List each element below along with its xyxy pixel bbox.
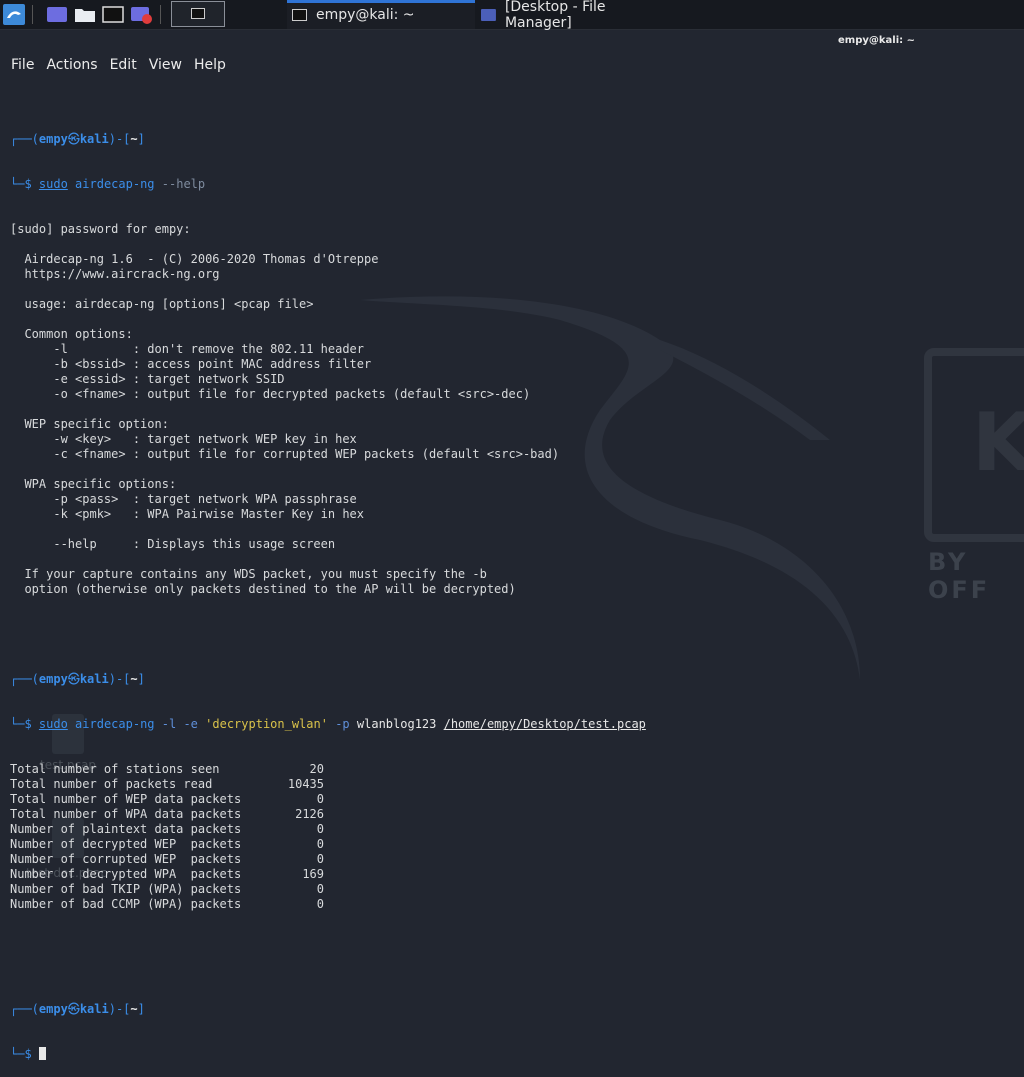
command-line[interactable]: └─$ [10,1047,646,1062]
stat-label: Number of decrypted WEP packets [10,837,242,851]
stat-row: Number of bad CCMP (WPA) packets 0 [10,897,646,912]
stat-value: 2126 [295,807,324,821]
output-line: --help : Displays this usage screen [10,537,336,551]
taskbar: empy@kali: ~ [Desktop - File Manager] [0,0,1024,31]
menu-help[interactable]: Help [188,57,232,79]
terminal-output[interactable]: ┌──(empy㉿kali)-[~] └─$ sudo airdecap-ng … [10,87,646,1077]
output-line: If your capture contains any WDS packet,… [10,567,487,581]
task-label: empy@kali: ~ [316,6,415,23]
terminal-icon[interactable] [102,4,124,25]
stat-value: 0 [316,837,324,851]
stat-row: Number of bad TKIP (WPA) packets 0 [10,882,646,897]
watermark-text: BY OFF [928,548,991,604]
prompt-line: ┌──(empy㉿kali)-[~] [10,1002,145,1016]
output-line: Airdecap-ng 1.6 - (C) 2006-2020 Thomas d… [10,252,379,266]
output-line: -c <fname> : output file for corrupted W… [10,447,560,461]
stat-row: Number of decrypted WEP packets 0 [10,837,646,852]
menu-file[interactable]: File [0,57,40,79]
stat-label: Total number of stations seen [10,762,220,776]
output-line: WEP specific option: [10,417,169,431]
stat-value: 20 [309,762,324,776]
svg-text:K: K [972,396,1024,489]
terminal-window-title: empy@kali: ~ [838,35,915,46]
command-line: └─$ sudo airdecap-ng -l -e 'decryption_w… [10,717,646,731]
output-line: -k <pmk> : WPA Pairwise Master Key in he… [10,507,365,521]
stat-label: Number of corrupted WEP packets [10,852,242,866]
output-line: -p <pass> : target network WPA passphras… [10,492,357,506]
stat-value: 169 [302,867,324,881]
stat-row: Total number of packets read 10435 [10,777,646,792]
stat-value: 0 [316,882,324,896]
active-window-thumbnail[interactable] [171,1,225,27]
stat-label: Number of decrypted WPA packets [10,867,242,881]
stat-label: Total number of WPA data packets [10,807,242,821]
output-line: -e <essid> : target network SSID [10,372,285,386]
terminal-menubar: File Actions Edit View Help [0,57,232,79]
stat-row: Number of plaintext data packets 0 [10,822,646,837]
stat-value: 0 [316,852,324,866]
stat-row: Number of corrupted WEP packets 0 [10,852,646,867]
workspace-icon [481,8,496,21]
output-line: Common options: [10,327,133,341]
stat-row: Total number of WEP data packets 0 [10,792,646,807]
browser-icon[interactable] [130,4,152,25]
prompt-line: ┌──(empy㉿kali)-[~] [10,672,145,686]
stat-label: Number of bad TKIP (WPA) packets [10,882,242,896]
workspace-icon[interactable] [46,4,68,25]
output-line: usage: airdecap-ng [options] <pcap file> [10,297,314,311]
stat-row: Number of decrypted WPA packets 169 [10,867,646,882]
stat-row: Total number of stations seen 20 [10,762,646,777]
output-line: -l : don't remove the 802.11 header [10,342,365,356]
stats-output: Total number of stations seen 20 Total num… [10,762,646,912]
output-line: [sudo] password for empy: [10,222,191,236]
task-label: [Desktop - File Manager] [504,0,606,31]
kali-menu-icon[interactable] [3,4,25,25]
stat-value: 10435 [287,777,324,791]
terminal-icon [191,8,205,19]
stat-label: Number of bad CCMP (WPA) packets [10,897,242,911]
menu-view[interactable]: View [143,57,188,79]
command-line: └─$ sudo airdecap-ng --help [10,177,206,191]
output-line: -w <key> : target network WEP key in hex [10,432,357,446]
output-line: https://www.aircrack-ng.org [10,267,220,281]
taskbar-task-terminal[interactable]: empy@kali: ~ [287,0,475,29]
stat-label: Total number of packets read [10,777,213,791]
output-line: -o <fname> : output file for decrypted p… [10,387,531,401]
prompt-line: ┌──(empy㉿kali)-[~] [10,132,145,146]
stat-label: Total number of WEP data packets [10,792,242,806]
stat-value: 0 [316,792,324,806]
output-line: WPA specific options: [10,477,177,491]
stat-label: Number of plaintext data packets [10,822,242,836]
output-line: option (otherwise only packets destined … [10,582,516,596]
text-cursor [38,1047,46,1060]
stat-value: 0 [316,822,324,836]
taskbar-task-file-manager[interactable]: [Desktop - File Manager] [476,0,676,31]
stat-row: Total number of WPA data packets 2126 [10,807,646,822]
menu-edit[interactable]: Edit [104,57,143,79]
stat-value: 0 [316,897,324,911]
file-manager-icon[interactable] [74,4,96,25]
menu-actions[interactable]: Actions [40,57,103,79]
terminal-icon [292,8,307,21]
output-line: -b <bssid> : access point MAC address fi… [10,357,372,371]
help-output: [sudo] password for empy: Airdecap-ng 1.… [10,222,646,627]
